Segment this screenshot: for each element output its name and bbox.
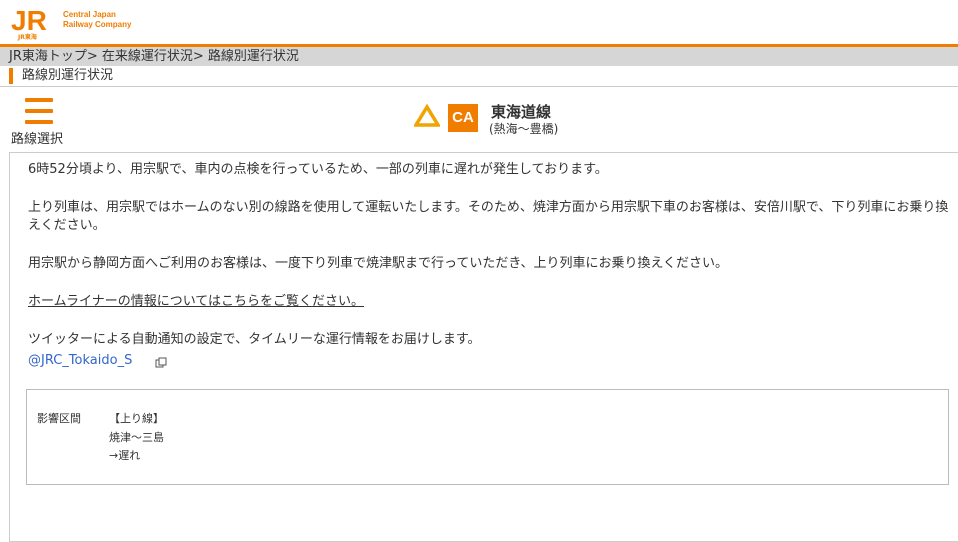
home-liner-link[interactable]: ホームライナーの情報についてはこちらをご覧ください。: [28, 293, 953, 311]
route-select-label[interactable]: 路線選択: [11, 128, 63, 147]
company-name-line2: Railway Company: [63, 20, 132, 29]
status-message-3: 用宗駅から静岡方面へご利用のお客様は、一度下り列車で焼津駅まで行っていただき、上…: [28, 256, 729, 271]
twitter-link[interactable]: @JRC_Tokaido_S: [28, 353, 132, 368]
affected-status: →遅れ: [109, 449, 141, 462]
site-header: JR JR東海 Central Japan Railway Company: [0, 0, 958, 44]
twitter-note: ツイッターによる自動通知の設定で、タイムリーな運行情報をお届けします。: [28, 332, 481, 347]
title-divider: [0, 86, 958, 87]
status-message-2: 上り列車は、用宗駅ではホームのない別の線路を使用して運転いたします。そのため、焼…: [28, 200, 949, 233]
affected-section-label: 影響区間: [37, 412, 81, 425]
company-name: Central Japan Railway Company: [63, 10, 131, 30]
company-name-line1: Central Japan: [63, 10, 116, 19]
status-message-1: 6時52分頃より、用宗駅で、車内の点検を行っているため、一部の列車に遅れが発生し…: [28, 162, 608, 177]
line-section: (熱海～豊橋): [489, 122, 559, 136]
external-link-icon[interactable]: [155, 357, 167, 369]
affected-direction: 【上り線】: [109, 412, 164, 425]
affected-section-box: [26, 389, 949, 485]
affected-stations: 焼津～三島: [109, 431, 164, 444]
jr-central-logo[interactable]: JR JR東海: [9, 3, 53, 41]
route-select-button[interactable]: 路線選択: [9, 96, 75, 148]
line-name: 東海道線: [491, 103, 552, 121]
page-title: 路線別運行状況: [9, 68, 113, 84]
hamburger-menu-icon[interactable]: [25, 98, 53, 124]
line-code-badge: CA: [448, 104, 478, 132]
warning-triangle-icon: [414, 104, 440, 127]
svg-text:JR: JR: [11, 5, 47, 36]
breadcrumb[interactable]: JR東海トップ> 在来線運行状況> 路線別運行状況: [0, 47, 958, 66]
svg-text:JR東海: JR東海: [17, 33, 37, 41]
